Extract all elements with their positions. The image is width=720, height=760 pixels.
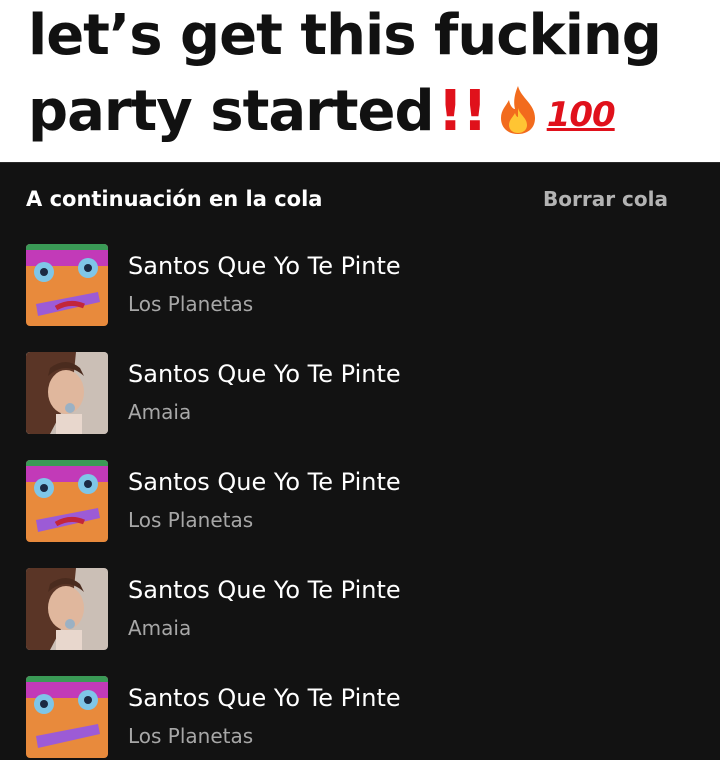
track-artist: Los Planetas bbox=[128, 724, 254, 748]
clear-queue-button[interactable]: Borrar cola bbox=[543, 187, 668, 211]
fire-icon bbox=[495, 84, 541, 146]
meme-caption: let’s get this fucking party started!! 1… bbox=[0, 0, 720, 162]
hundred-points-icon: 100 bbox=[546, 95, 616, 135]
caption-line-2-text: party started bbox=[28, 79, 435, 145]
track-title: Santos Que Yo Te Pinte bbox=[128, 360, 401, 388]
track-artist: Los Planetas bbox=[128, 292, 254, 316]
queue-panel: A continuación en la cola Borrar cola Sa… bbox=[0, 162, 720, 758]
album-art-amaia bbox=[26, 568, 108, 650]
queue-header: A continuación en la cola bbox=[26, 187, 323, 211]
queue-track[interactable]: Santos Que Yo Te Pinte Amaia bbox=[26, 568, 666, 652]
album-art-los-planetas bbox=[26, 460, 108, 542]
track-artist: Amaia bbox=[128, 400, 192, 424]
queue-track[interactable]: Santos Que Yo Te Pinte Los Planetas bbox=[26, 460, 666, 544]
track-title: Santos Que Yo Te Pinte bbox=[128, 576, 401, 604]
track-artist: Los Planetas bbox=[128, 508, 254, 532]
caption-line-2: party started!! 100 bbox=[28, 84, 616, 146]
double-exclamation-icon: !! bbox=[437, 79, 488, 145]
track-title: Santos Que Yo Te Pinte bbox=[128, 252, 401, 280]
track-title: Santos Que Yo Te Pinte bbox=[128, 684, 401, 712]
queue-track[interactable]: Santos Que Yo Te Pinte Amaia bbox=[26, 352, 666, 436]
queue-track[interactable]: Santos Que Yo Te Pinte Los Planetas bbox=[26, 244, 666, 328]
caption-line-1: let’s get this fucking bbox=[28, 3, 662, 68]
queue-track[interactable]: Santos Que Yo Te Pinte Los Planetas bbox=[26, 676, 666, 760]
track-title: Santos Que Yo Te Pinte bbox=[128, 468, 401, 496]
album-art-amaia bbox=[26, 352, 108, 434]
track-artist: Amaia bbox=[128, 616, 192, 640]
album-art-los-planetas bbox=[26, 244, 108, 326]
album-art-los-planetas bbox=[26, 676, 108, 758]
